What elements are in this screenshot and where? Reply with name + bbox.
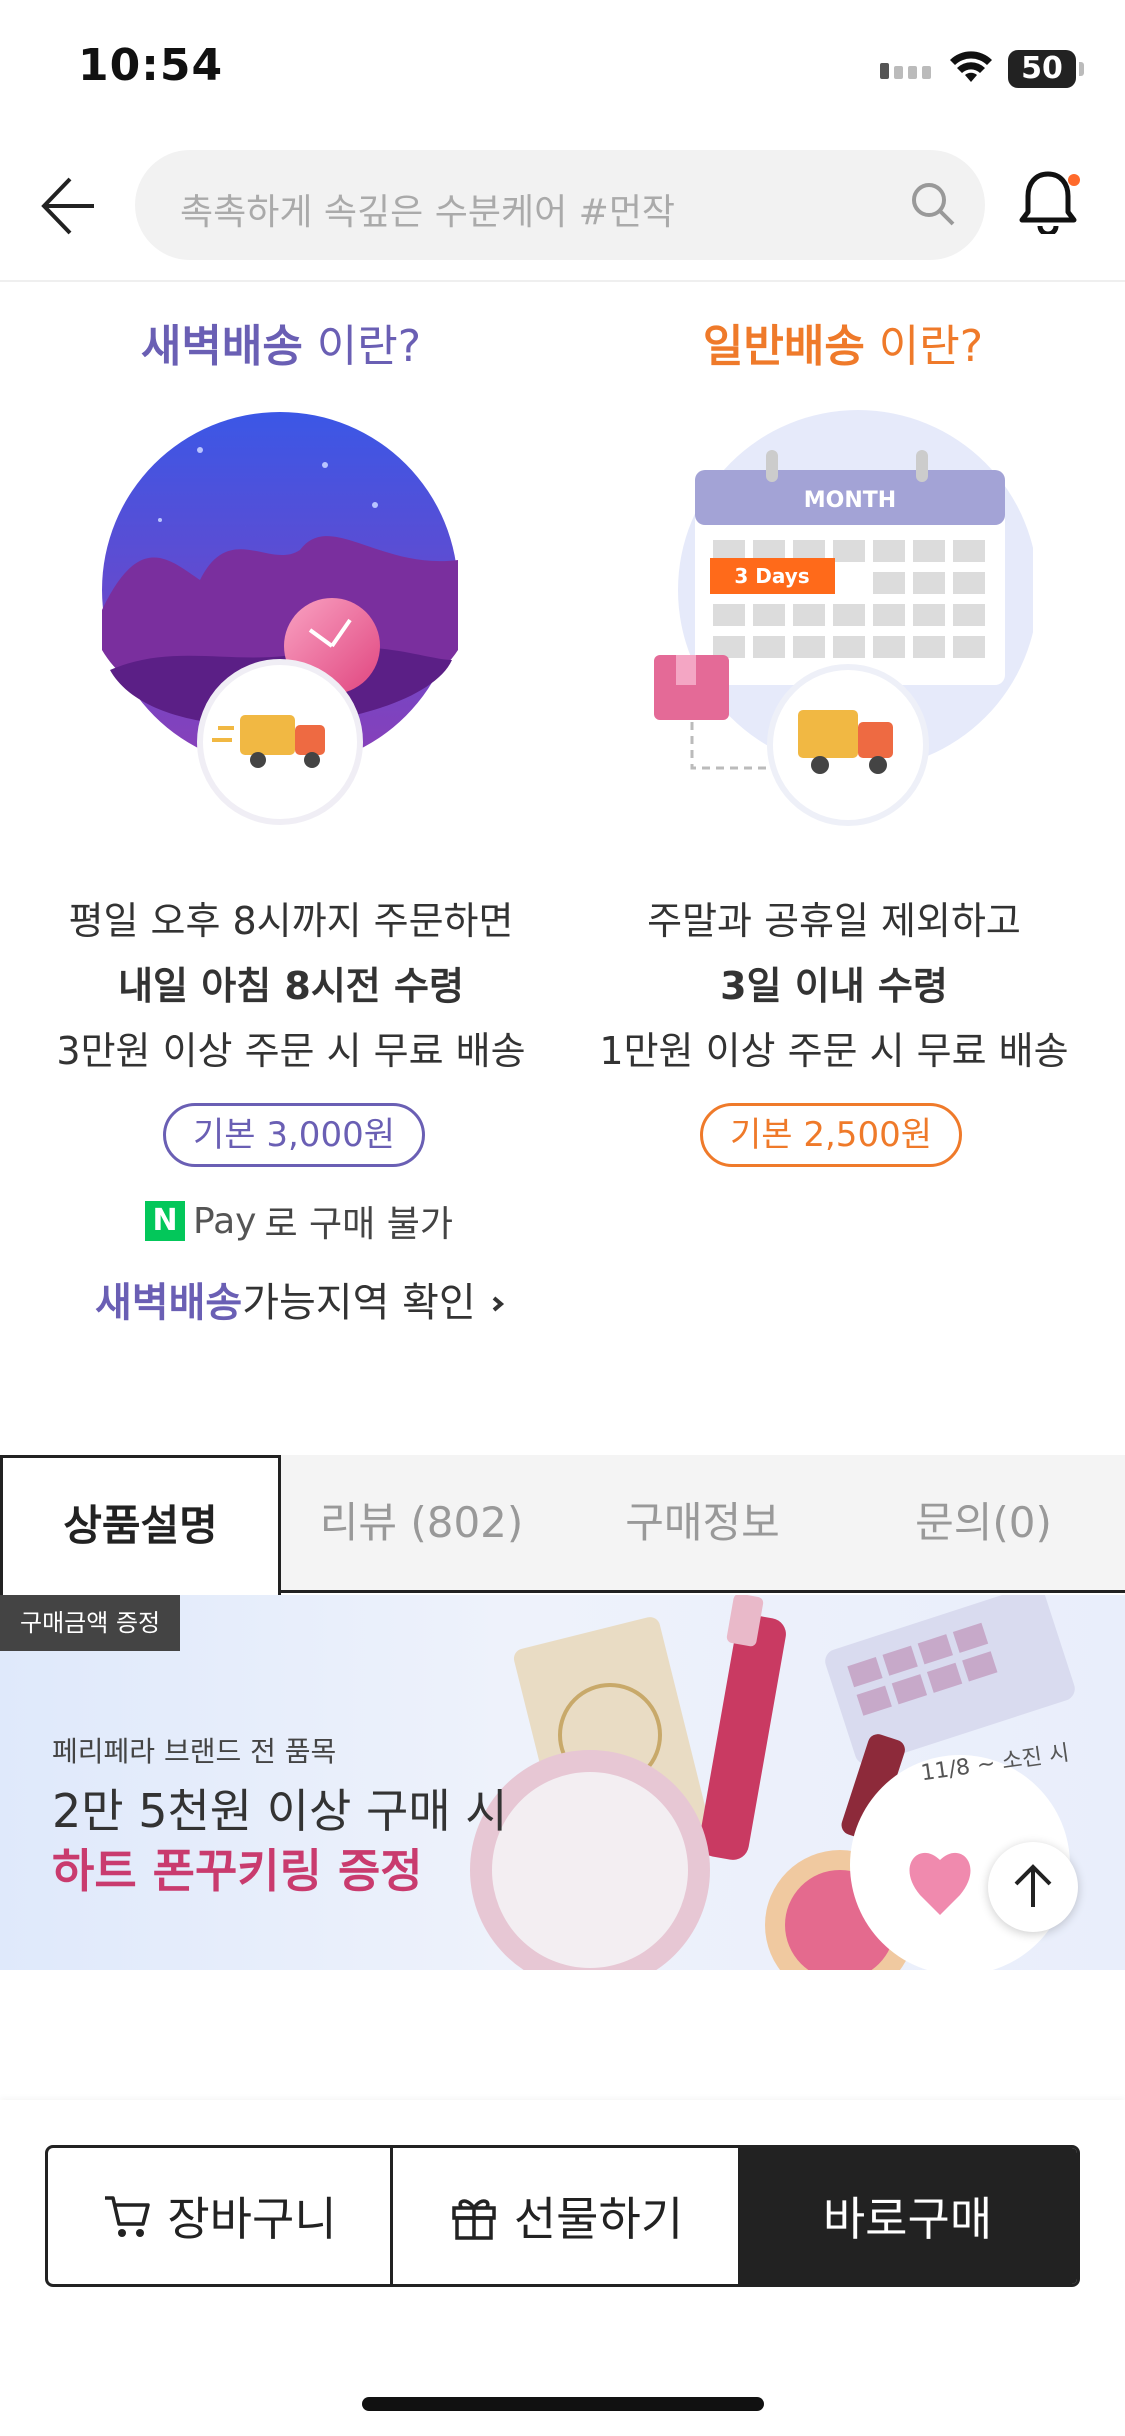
general-price-badge: 기본 2,500원	[700, 1103, 962, 1167]
three-days-label: 3 Days	[734, 564, 809, 588]
notification-dot	[1068, 174, 1080, 186]
night-delivery-illustration	[100, 410, 470, 834]
dawn-area-check-link[interactable]: 새벽배송가능지역 확인	[95, 1270, 508, 1328]
calendar-month-label: MONTH	[804, 488, 896, 513]
promo-main-text: 2만 5천원 이상 구매 시	[52, 1784, 508, 1838]
promo-subtitle: 페리페라 브랜드 전 품목	[52, 1735, 337, 1768]
tab-inquiry[interactable]: 문의(0)	[843, 1455, 1124, 1590]
wifi-icon	[948, 48, 994, 88]
general-desc-line2: 3일 이내 수령	[720, 964, 948, 1008]
promo-badge: 구매금액 증정	[0, 1595, 181, 1651]
calendar-delivery-illustration: MONTH 3 Days	[648, 410, 1038, 834]
dawn-delivery-title: 새벽배송 이란?	[140, 321, 422, 372]
dawn-desc-line3: 3만원 이상 주문 시 무료 배송	[56, 1029, 526, 1073]
gift-button[interactable]: 선물하기	[393, 2148, 738, 2284]
dawn-desc-line2: 내일 아침 8시전 수령	[118, 964, 464, 1008]
status-time: 10:54	[78, 40, 224, 91]
chevron-right-icon	[493, 1296, 505, 1312]
npay-notice: N Pay 로 구매 불가	[145, 1195, 453, 1247]
promo-highlight: 하트 폰꾸키링 증정	[52, 1844, 423, 1898]
cart-button[interactable]: 장바구니	[48, 2148, 393, 2284]
gift-icon	[452, 2199, 496, 2240]
search-input[interactable]: 촉촉하게 속깊은 수분케어 #먼작	[135, 150, 985, 260]
naver-n-icon: N	[145, 1201, 185, 1241]
cellular-signal-icon	[880, 60, 936, 79]
tab-purchase-info[interactable]: 구매정보	[562, 1455, 843, 1590]
header-divider	[0, 280, 1125, 282]
buy-now-button[interactable]: 바로구매	[738, 2148, 1077, 2284]
scroll-top-button[interactable]	[988, 1842, 1078, 1932]
general-desc-line1: 주말과 공휴일 제외하고	[647, 899, 1021, 943]
back-arrow-icon[interactable]	[40, 175, 96, 241]
product-tabs: 상품설명 리뷰 (802) 구매정보 문의(0)	[0, 1455, 1125, 1596]
home-indicator	[362, 2397, 764, 2411]
arrow-up-icon	[1014, 1864, 1052, 1907]
general-delivery-title: 일반배송 이란?	[702, 321, 984, 372]
general-desc-line3: 1만원 이상 주문 시 무료 배송	[599, 1029, 1069, 1073]
cart-icon	[105, 2196, 151, 2237]
tab-reviews[interactable]: 리뷰 (802)	[281, 1455, 562, 1590]
promo-banner[interactable]: 구매금액 증정 페리페라 브랜드 전 품목 2만 5천원 이상 구매 시 하트 …	[0, 1595, 1125, 1970]
dawn-desc-line1: 평일 오후 8시까지 주문하면	[68, 899, 514, 943]
search-icon[interactable]	[909, 180, 957, 232]
search-placeholder: 촉촉하게 속깊은 수분케어 #먼작	[180, 192, 676, 233]
bottom-buttons: 장바구니 선물하기 바로구매	[45, 2145, 1080, 2287]
tab-description[interactable]: 상품설명	[0, 1455, 281, 1596]
battery-icon: 50	[1008, 50, 1084, 88]
dawn-price-badge: 기본 3,000원	[163, 1103, 425, 1167]
